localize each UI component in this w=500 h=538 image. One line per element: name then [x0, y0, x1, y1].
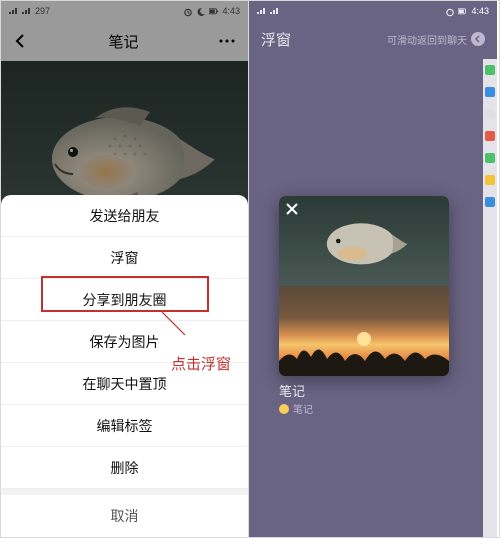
- annotation-arrow: [151, 311, 201, 341]
- card-subtitle-text: 笔记: [293, 401, 313, 416]
- sheet-item-edittag[interactable]: 编辑标签: [1, 405, 248, 447]
- edge-app-icon[interactable]: [485, 153, 495, 163]
- signal2-icon: [22, 7, 32, 15]
- edge-app-icon[interactable]: [485, 65, 495, 75]
- sheet-item-sendfriend[interactable]: 发送给朋友: [1, 195, 248, 237]
- floatwindow-title: 浮窗: [261, 29, 291, 50]
- signal-icon: [9, 7, 19, 15]
- app-edge-strip[interactable]: [483, 59, 497, 537]
- signal-icon: [257, 7, 267, 15]
- sheet-cancel-label: 取消: [111, 506, 139, 526]
- alarm-icon: [445, 7, 455, 15]
- close-icon[interactable]: [283, 200, 301, 218]
- sheet-item-label: 浮窗: [111, 248, 139, 268]
- statusbar-left: 297 4:43: [1, 1, 248, 21]
- status-left-text: 297: [35, 6, 50, 16]
- sheet-item-label: 在聊天中置顶: [83, 374, 167, 394]
- statusbar-right: 4:43: [249, 1, 497, 21]
- card-title: 笔记: [279, 381, 305, 400]
- battery-icon: [209, 7, 219, 15]
- right-phone-screenshot: 4:43 浮窗 可滑动返回到聊天: [249, 1, 497, 537]
- edge-app-icon[interactable]: [485, 87, 495, 97]
- annotation-text: 点击浮窗: [171, 353, 231, 374]
- left-phone-screenshot: 297 4:43 笔记: [1, 1, 249, 537]
- sheet-item-sharemoments[interactable]: 分享到朋友圈: [1, 279, 248, 321]
- swipe-hint-text: 可滑动返回到聊天: [387, 32, 467, 47]
- sheet-item-delete[interactable]: 删除: [1, 447, 248, 489]
- chevron-left-icon: [471, 32, 485, 46]
- sheet-item-label: 保存为图片: [90, 332, 160, 352]
- edge-app-icon[interactable]: [485, 175, 495, 185]
- swipe-hint: 可滑动返回到聊天: [387, 32, 485, 47]
- edge-app-icon[interactable]: [485, 131, 495, 141]
- sheet-item-label: 删除: [111, 458, 139, 478]
- card-image-fish: [279, 196, 449, 286]
- sheet-item-label: 编辑标签: [97, 416, 153, 436]
- battery-icon: [458, 7, 468, 15]
- edge-app-icon[interactable]: [485, 197, 495, 207]
- floating-card[interactable]: [279, 196, 449, 376]
- status-time: 4:43: [222, 6, 240, 16]
- sheet-item-label: 发送给朋友: [90, 206, 160, 226]
- floatwindow-header: 浮窗 可滑动返回到聊天: [249, 23, 497, 55]
- sheet-item-floatwindow[interactable]: 浮窗: [1, 237, 248, 279]
- edge-app-icon[interactable]: [485, 109, 495, 119]
- moon-icon: [196, 7, 206, 15]
- sheet-cancel[interactable]: 取消: [1, 495, 248, 537]
- alarm-icon: [183, 7, 193, 15]
- card-image-sunset: [279, 286, 449, 376]
- note-dot-icon: [279, 404, 289, 414]
- sheet-item-label: 分享到朋友圈: [83, 290, 167, 310]
- signal2-icon: [270, 7, 280, 15]
- card-subtitle: 笔记: [279, 401, 313, 416]
- status-time: 4:43: [471, 6, 489, 16]
